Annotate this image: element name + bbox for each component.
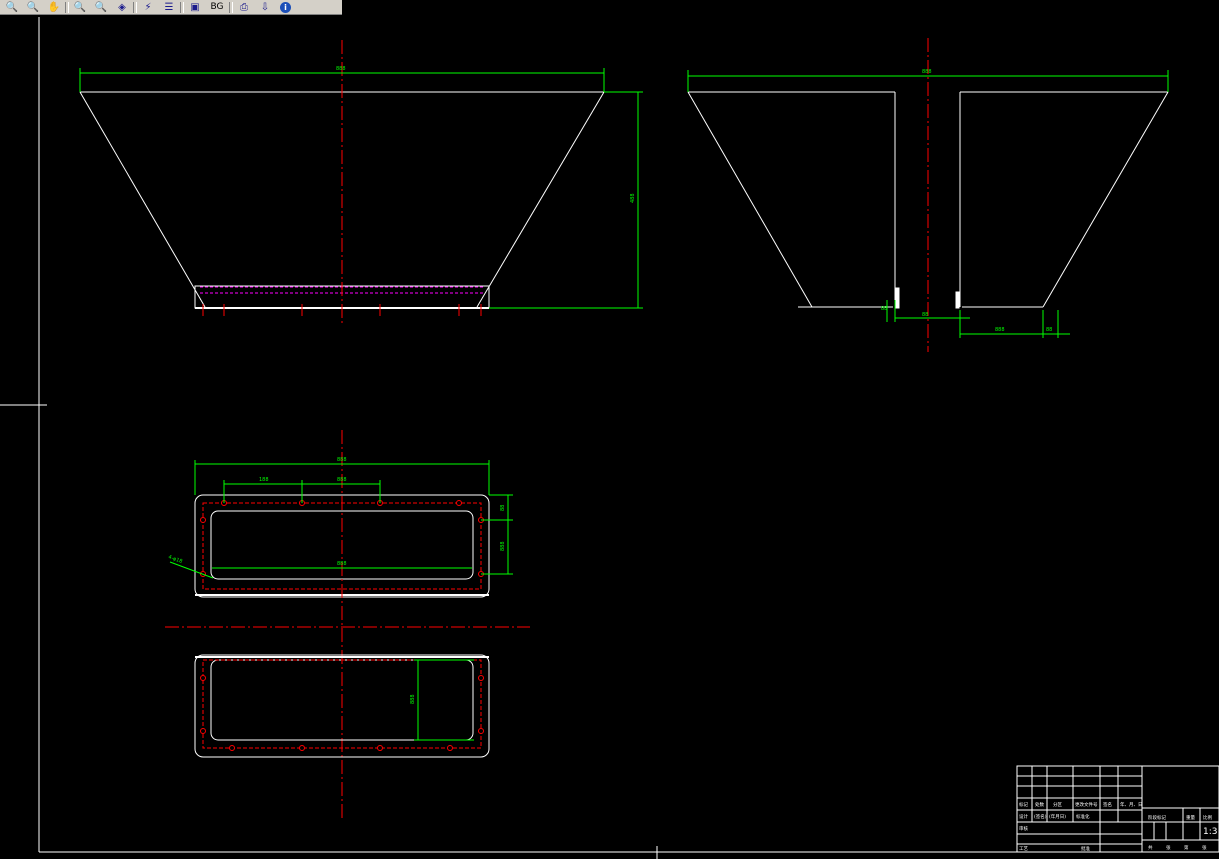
tb-scale: 1:3 [1203, 827, 1217, 837]
top-pitch-dim: 188 [259, 477, 269, 483]
top-edge-dim: 88 [500, 505, 506, 511]
tb-no: 第 [1184, 844, 1189, 851]
printer-icon[interactable]: ⎙ [234, 1, 254, 14]
front-width-dim: 888 [336, 66, 346, 72]
toolbar-separator [180, 1, 184, 13]
tb-ratio: 比例 [1203, 814, 1212, 821]
tb-date: 年、月、日 [1120, 801, 1143, 808]
side-right-dim: 888 [995, 327, 1005, 333]
zoom-window-icon[interactable]: 🔍 [23, 1, 43, 14]
tb-total: 共 [1148, 844, 1153, 851]
tb-change-doc: 更改文件号 [1075, 801, 1098, 808]
tb-signature: 签名 [1103, 801, 1112, 808]
tb-design-date: (年月日) [1049, 813, 1066, 820]
toolbar: 🔍 🔍 ✋ 🔍 🔍 ◈ ⚡ ☰ ▣ BG ⎙ ⇩ i [0, 0, 342, 15]
tb-process: 工艺 [1019, 846, 1028, 852]
pan-icon[interactable]: ✋ [44, 1, 64, 14]
top-overall-dim: 888 [337, 457, 347, 463]
drawing-canvas[interactable]: 888 488 888 88 88 888 88 888 188 888 888… [0, 15, 1219, 859]
export-icon[interactable]: ⇩ [255, 1, 275, 14]
toolbar-separator [133, 1, 137, 13]
top-view: 888 188 888 888 88 888 4-φ18 [165, 430, 530, 820]
toolbar-separator [229, 1, 233, 13]
info-icon[interactable]: i [280, 1, 291, 13]
tb-sheets: 张 [1166, 844, 1171, 851]
zoom-realtime-icon[interactable]: 🔍 [2, 1, 22, 14]
title-block: 标记 处数 分区 更改文件号 签名 年、月、日 设计 (签名) (年月日) 标准… [1016, 765, 1219, 853]
tb-mark: 标记 [1019, 801, 1028, 808]
front-view: 888 488 [79, 40, 643, 325]
top-spacing-dim: 888 [337, 477, 347, 483]
hole-note: 4-φ18 [167, 554, 183, 565]
tb-approve: 批准 [1081, 845, 1090, 852]
drawing-frame [0, 17, 1219, 859]
front-height-dim: 488 [630, 193, 636, 203]
tb-sheet: 张 [1202, 844, 1207, 851]
side-corner-dim: 88 [1046, 327, 1052, 333]
bottom-height-dim: 888 [410, 694, 416, 704]
lightning-icon[interactable]: ⚡ [138, 1, 158, 14]
zoom-in-icon[interactable]: 🔍 [70, 1, 90, 14]
side-width-dim: 888 [922, 69, 932, 75]
tb-count: 处数 [1035, 801, 1044, 808]
zoom-out-icon[interactable]: 🔍 [91, 1, 111, 14]
top-inner-dim: 888 [337, 561, 347, 567]
tb-design-sign: (签名) [1034, 813, 1047, 820]
tb-design: 设计 [1019, 813, 1028, 820]
save-icon[interactable]: ▣ [185, 1, 205, 14]
tb-standard: 标准化 [1076, 813, 1090, 820]
properties-icon[interactable]: ☰ [159, 1, 179, 14]
top-height-dim: 888 [500, 541, 506, 551]
tb-weight: 重量 [1186, 814, 1195, 821]
side-left-dim: 88 [881, 306, 887, 312]
bg-button[interactable]: BG [206, 1, 228, 14]
tb-stage: 阶段标记 [1148, 814, 1166, 821]
tb-zone: 分区 [1053, 801, 1062, 808]
toolbar-separator [65, 1, 69, 13]
side-gap-dim: 88 [922, 312, 928, 318]
tb-review: 审核 [1019, 825, 1028, 832]
layer-icon[interactable]: ◈ [112, 1, 132, 14]
side-view: 888 88 88 888 88 [687, 38, 1169, 352]
